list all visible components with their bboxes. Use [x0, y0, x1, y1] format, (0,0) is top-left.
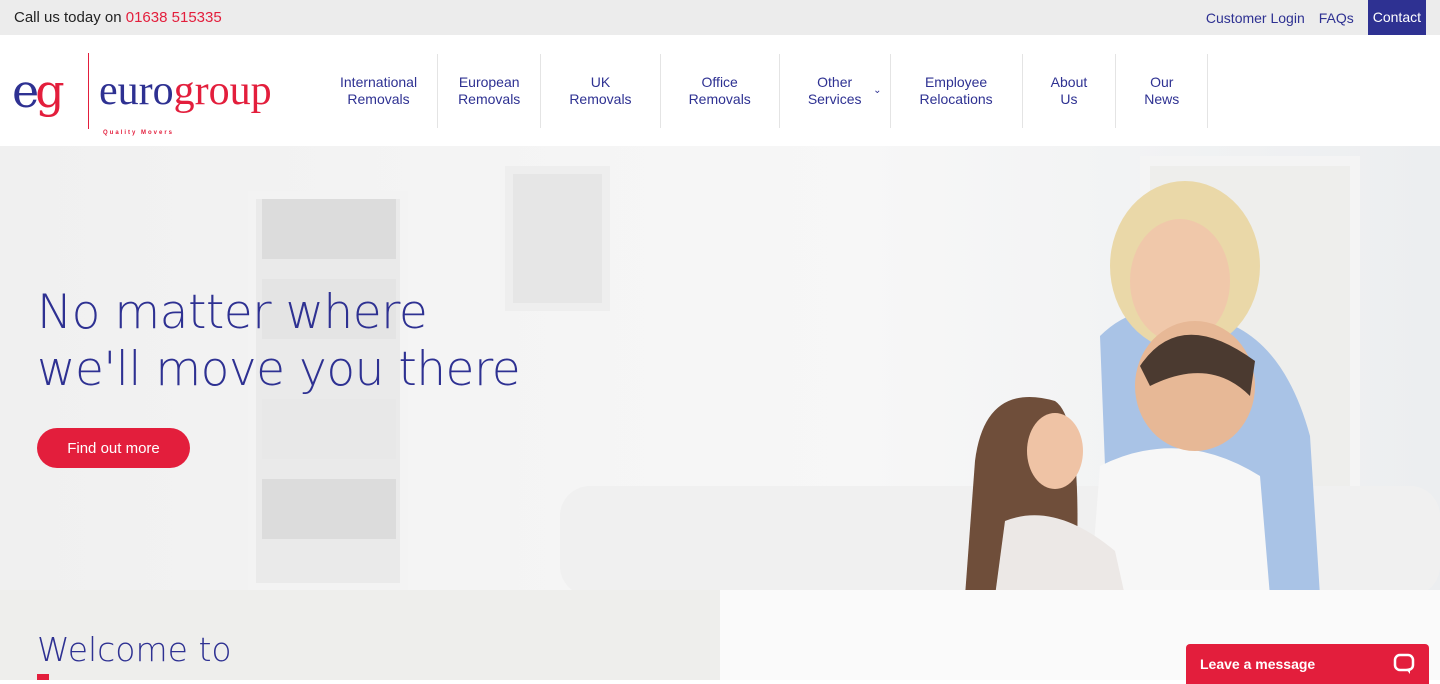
hero-banner: No matter where we'll move you there Find…	[0, 146, 1440, 590]
logo-wordmark: eurogroup Quality Movers	[99, 67, 272, 136]
call-us: Call us today on 01638 515335	[14, 9, 222, 26]
welcome-section: Welcome to	[0, 590, 720, 680]
chat-bubble-icon	[1393, 653, 1415, 674]
nav-employee-relocations[interactable]: Employee Relocations	[891, 53, 1023, 128]
phone-link[interactable]: 01638 515335	[126, 9, 222, 26]
nav-european-removals[interactable]: European Removals	[438, 53, 542, 128]
header: eg eurogroup Quality Movers International…	[0, 35, 1440, 146]
nav-international-removals[interactable]: International Removals	[320, 53, 439, 128]
contact-button[interactable]: Contact	[1367, 0, 1426, 35]
main-nav: International Removals European Removals U…	[320, 53, 1209, 128]
nav-our-news[interactable]: Our News	[1116, 53, 1209, 128]
logo[interactable]: eg eurogroup Quality Movers	[12, 51, 312, 136]
customer-login-link[interactable]: Customer Login	[1206, 10, 1305, 26]
hero-bg-frame	[505, 166, 610, 311]
logo-divider	[88, 52, 89, 129]
nav-uk-removals[interactable]: UK Removals	[541, 53, 661, 128]
logo-monogram: eg	[12, 63, 65, 118]
hero-photo-girl	[965, 397, 1124, 590]
nav-other-services[interactable]: Other Services ⌄	[780, 53, 891, 128]
chevron-down-icon: ⌄	[873, 84, 882, 96]
leave-message-chat-button[interactable]: Leave a message	[1186, 644, 1429, 684]
faqs-link[interactable]: FAQs	[1319, 10, 1354, 26]
find-out-more-button[interactable]: Find out more	[37, 428, 190, 468]
hero-headline: No matter where we'll move you there	[37, 285, 521, 397]
welcome-title-continued	[37, 674, 49, 680]
welcome-title: Welcome to	[37, 630, 232, 669]
top-bar: Call us today on 01638 515335 Customer L…	[0, 0, 1440, 35]
nav-about-us[interactable]: About Us	[1023, 53, 1117, 128]
nav-office-removals[interactable]: Office Removals	[661, 53, 780, 128]
